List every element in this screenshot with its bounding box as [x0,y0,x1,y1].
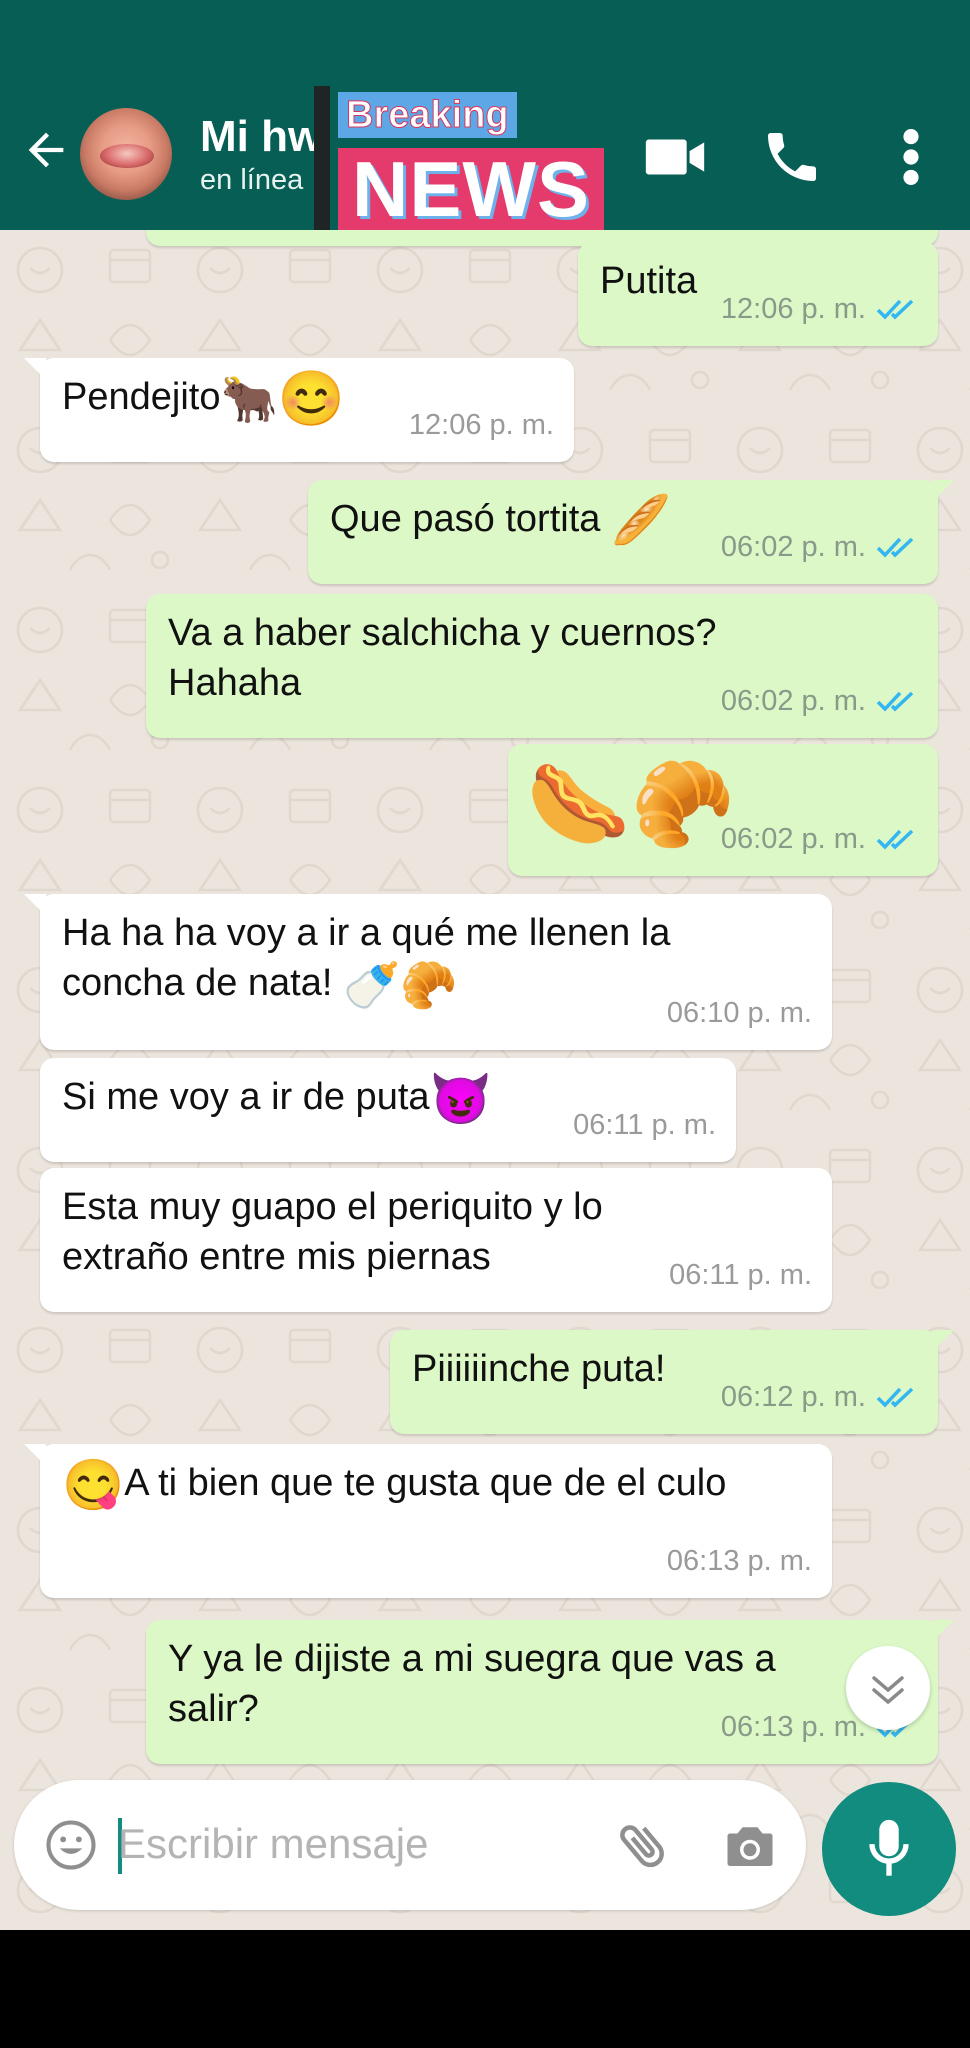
baguette-emoji: 🥖 [610,493,671,547]
message-bubble-outgoing[interactable]: 🌭🥐 06:02 p. m. [508,744,938,876]
message-time: 06:11 p. m. [573,1109,716,1141]
message-meta: 12:06 p. m. [409,400,554,450]
phone-icon[interactable] [760,122,824,192]
message-text: Putita [600,260,698,302]
nav-bar [0,1930,970,2048]
message-line-text: concha de nata! [62,962,343,1004]
overlay-breaking-label: Breaking [338,92,517,138]
message-meta: 06:02 p. m. [721,814,918,864]
baby-bottle-emoji: 🍼 [343,958,401,1011]
message-line: Hahaha [168,662,302,704]
message-time: 06:02 p. m. [720,823,866,855]
video-call-icon[interactable] [640,122,710,192]
attach-icon[interactable] [614,1816,674,1876]
ox-emoji: 🐂 [220,372,278,425]
message-bubble-incoming[interactable]: 😋A ti bien que te gusta que de el culo 0… [24,1444,832,1598]
chevron-double-down-icon [872,1676,904,1705]
overlay-bar [314,86,330,236]
message-time: 12:06 p. m. [720,293,866,325]
message-meta: 06:10 p. m. [667,988,812,1038]
read-ticks-icon [876,691,914,712]
message-bubble-outgoing[interactable]: Piiiiiinche puta! 06:12 p. m. [390,1330,954,1434]
composer-bar: Escribir mensaje [0,1780,970,2048]
message-time: 06:02 p. m. [720,685,866,717]
breaking-news-overlay: Breaking NEWS [314,86,606,236]
message-placeholder[interactable]: Escribir mensaje [118,1820,428,1868]
read-ticks-icon [876,1387,914,1408]
message-text-content: Que pasó tortita [330,498,611,540]
message-text: Si me voy a ir de puta😈 [62,1072,492,1124]
message-text: Y ya le dijiste a mi suegra que vas a sa… [168,1634,776,1734]
contact-name[interactable]: Mi hw [200,112,315,162]
more-vert-icon[interactable] [896,122,926,192]
message-time: 06:02 p. m. [720,531,866,563]
message-text: 😋A ti bien que te gusta que de el culo [62,1458,726,1510]
croissant-emoji: 🥐 [400,958,458,1011]
read-ticks-icon [876,299,914,320]
read-ticks-icon [876,829,914,850]
message-text: Esta muy guapo el periquito y lo extraño… [62,1182,603,1282]
message-text: Va a haber salchicha y cuernos? Hahaha [168,608,717,708]
message-line: concha de nata! 🍼🥐 [62,958,670,1010]
message-meta: 06:12 p. m. [721,1372,918,1422]
contact-status: en línea [200,164,304,196]
mic-button[interactable] [822,1782,956,1916]
message-meta: 06:11 p. m. [669,1250,812,1300]
message-text: Pendejito🐂😊 [62,368,345,429]
chat-area[interactable]: Putita 12:06 p. m. Pendejito🐂😊 12:06 p. … [0,230,970,1930]
message-text-content: Si me voy a ir de puta [62,1076,430,1118]
message-meta: 06:02 p. m. [721,522,918,572]
message-time: 06:13 p. m. [720,1711,866,1743]
message-line: Va a haber salchicha y cuernos? [168,612,717,654]
mic-icon [869,1819,909,1876]
message-text-content: Pendejito [62,376,221,418]
message-bubble-incoming[interactable]: Si me voy a ir de puta😈 06:11 p. m. [40,1058,736,1162]
message-bubble-outgoing[interactable]: Va a haber salchicha y cuernos? Hahaha 0… [146,594,938,738]
face-savoring-food-emoji: 😋 [62,1456,125,1513]
smiling-face-emoji: 😊 [277,368,345,429]
message-meta: 06:11 p. m. [573,1100,716,1150]
overlay-news-label: NEWS [338,148,604,230]
camera-icon[interactable] [720,1816,780,1876]
message-time: 06:11 p. m. [669,1259,812,1291]
message-input-field[interactable]: Escribir mensaje [14,1780,806,1910]
message-line: extraño entre mis piernas [62,1236,491,1278]
message-meta: 12:06 p. m. [721,284,918,334]
smiling-devil-emoji: 😈 [429,1070,492,1127]
message-text-content: A ti bien que te gusta que de el culo [124,1462,727,1504]
message-time: 06:13 p. m. [666,1545,812,1577]
message-bubble-outgoing[interactable]: Que pasó tortita 🥖 06:02 p. m. [308,480,954,584]
chat-header: Mi hw en línea Breaking NEWS [0,82,970,236]
avatar-lips [100,144,154,168]
read-ticks-icon [876,537,914,558]
message-time: 12:06 p. m. [408,409,554,441]
message-meta: 06:13 p. m. [667,1536,812,1586]
message-text: Que pasó tortita 🥖 [330,494,671,546]
message-text: Ha ha ha voy a ir a qué me llenen la con… [62,908,670,1010]
message-line: Esta muy guapo el periquito y lo [62,1186,603,1228]
scroll-to-bottom-button[interactable] [846,1646,930,1730]
message-text: 🌭🥐 [526,756,735,852]
message-line: Ha ha ha voy a ir a qué me llenen la [62,912,671,954]
message-text: Piiiiiinche puta! [412,1348,666,1390]
message-bubble-incoming[interactable]: Esta muy guapo el periquito y lo extraño… [40,1168,832,1312]
message-bubble-outgoing[interactable]: Y ya le dijiste a mi suegra que vas a sa… [146,1620,954,1764]
message-time: 06:12 p. m. [720,1381,866,1413]
message-bubble-incoming[interactable]: Pendejito🐂😊 12:06 p. m. [24,358,574,462]
message-meta: 06:02 p. m. [721,676,918,726]
avatar[interactable] [80,108,172,200]
status-bar [0,0,970,82]
message-bubble-incoming[interactable]: Ha ha ha voy a ir a qué me llenen la con… [24,894,832,1050]
message-time: 06:10 p. m. [666,997,812,1029]
message-line: salir? [168,1688,259,1730]
message-bubble-outgoing[interactable]: Putita 12:06 p. m. [578,242,938,346]
emoji-icon[interactable] [44,1818,98,1872]
hot-dog-emoji: 🌭 [526,757,631,851]
back-arrow-icon[interactable] [20,124,72,176]
message-line: Y ya le dijiste a mi suegra que vas a [168,1638,776,1680]
croissant-emoji: 🥐 [630,757,736,851]
